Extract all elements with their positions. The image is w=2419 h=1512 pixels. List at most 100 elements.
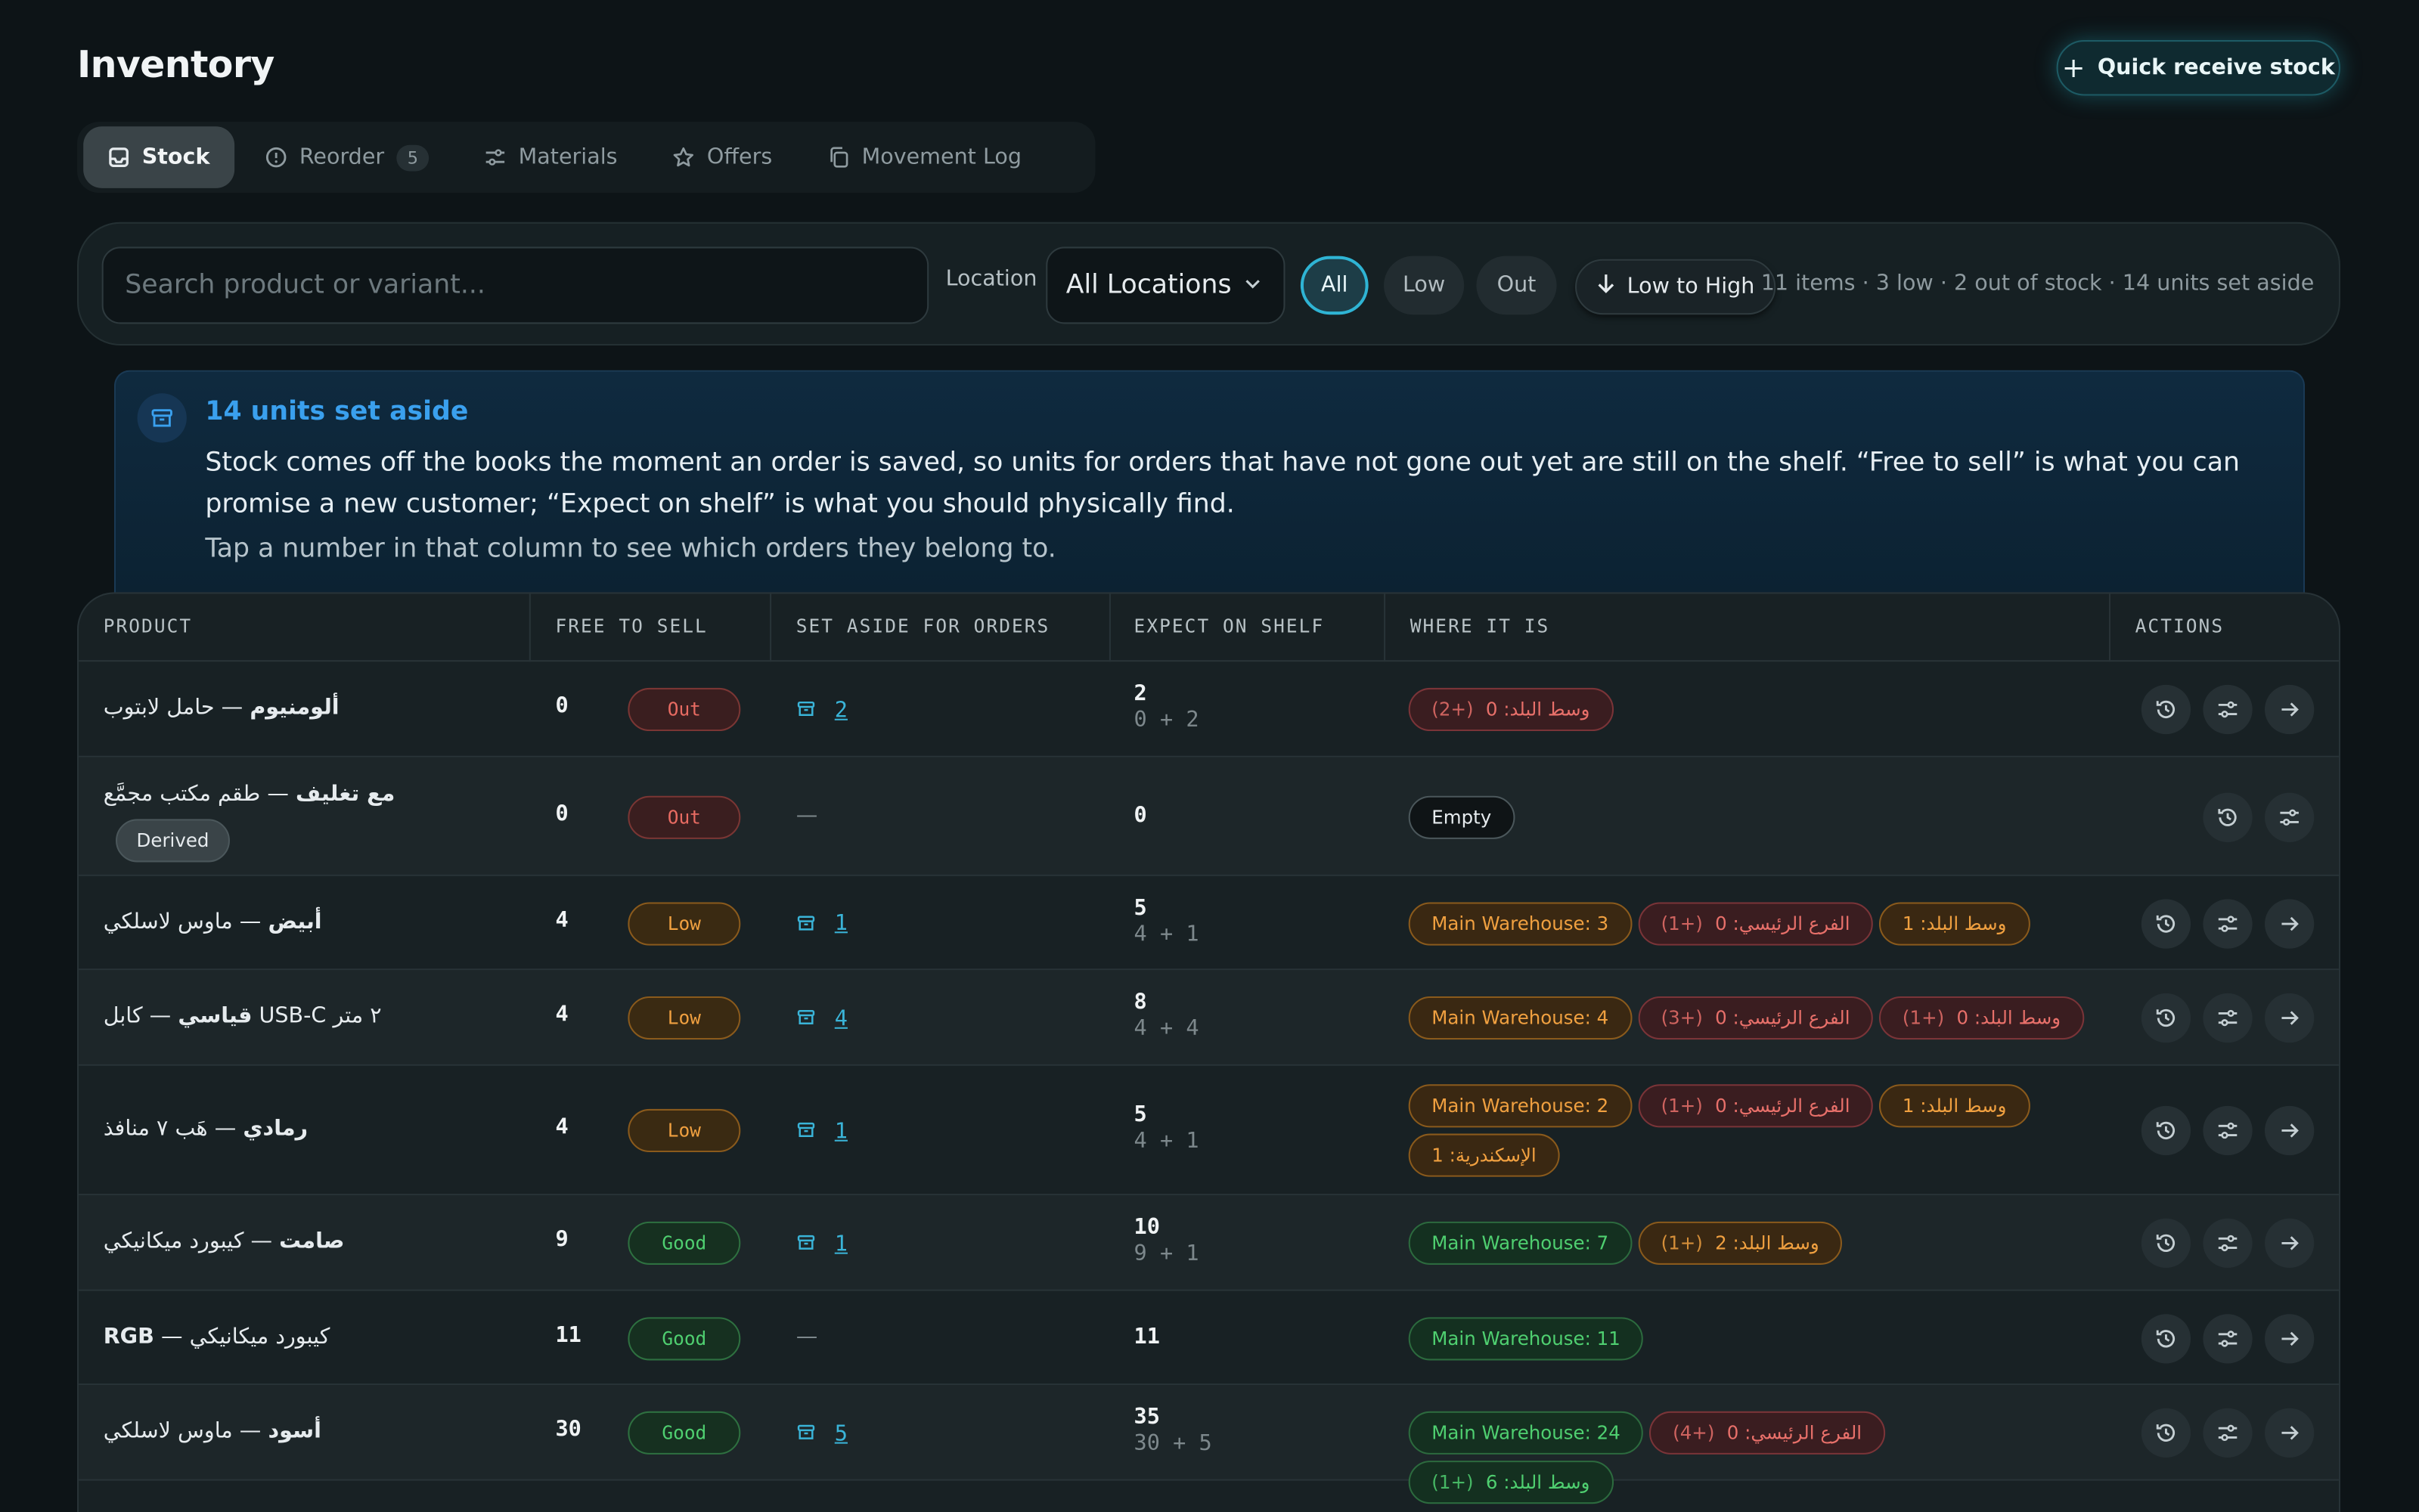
set-aside-count[interactable]: 1 (835, 912, 848, 937)
location-chips: Empty (1408, 795, 2088, 838)
location-chip: وسط البلد: 0 (+1) (1879, 996, 2084, 1040)
reorder-count-badge: 5 (396, 144, 430, 171)
set-aside-count[interactable]: 2 (835, 698, 848, 723)
set-aside-link[interactable]: 1 (796, 909, 848, 939)
open-product-button[interactable] (2265, 993, 2315, 1043)
product-main-name: ماوس لاسلكي (103, 909, 233, 934)
adjust-stock-button[interactable] (2203, 993, 2253, 1043)
shelf-breakdown: 4 + 1 (1134, 1129, 1199, 1154)
history-button[interactable] (2203, 792, 2253, 841)
shelf-total: 11 (1134, 1324, 1160, 1349)
set-aside-link[interactable]: 1 (796, 1117, 848, 1146)
status-badge: Good (628, 1411, 741, 1455)
tab-label: Materials (518, 144, 618, 170)
product-name: RGB — كيبورد ميكانيكي (104, 1325, 330, 1349)
row-actions (2141, 898, 2315, 948)
table-row: قياسي — كابل USB-C ٢ متر 4 Low 4 8 4 + 4 Main … (79, 970, 2339, 1066)
location-chip-label: وسط البلد: 0 (1485, 699, 1590, 720)
history-button[interactable] (2141, 1105, 2191, 1156)
set-aside-link[interactable]: 2 (796, 696, 848, 725)
product-variant: مع تغليف (295, 782, 395, 807)
shelf-breakdown: 9 + 1 (1134, 1241, 1199, 1267)
open-product-button[interactable] (2265, 684, 2315, 735)
open-product-button[interactable] (2265, 898, 2315, 948)
inbox-icon (108, 147, 130, 169)
product-main-name: هَب ٧ منافذ (103, 1117, 208, 1142)
table-header: PRODUCT FREE TO SELL SET ASIDE FOR ORDER… (79, 593, 2339, 662)
star-icon (673, 147, 695, 169)
row-actions (2141, 993, 2315, 1043)
adjust-stock-button[interactable] (2203, 1218, 2253, 1269)
open-product-button[interactable] (2265, 1105, 2315, 1156)
sort-label: Low to High (1627, 274, 1755, 299)
set-aside-banner: 14 units set aside Stock comes off the b… (113, 370, 2306, 596)
tab-materials[interactable]: Materials (460, 126, 642, 188)
tab-movement-log[interactable]: Movement Log (803, 126, 1047, 188)
expect-on-shelf: 10 9 + 1 (1134, 1216, 1199, 1266)
arrow-right-icon (2281, 702, 2299, 717)
location-chips: Main Warehouse: 3 الفرع الرئيسي: 0 (+1) وسط… (1408, 901, 2088, 945)
location-chip-label: الفرع الرئيسي: 0 (1726, 1422, 1862, 1444)
history-button[interactable] (2141, 898, 2191, 948)
inventory-tabs: Stock Reorder 5 Materials Offers Movemen… (77, 122, 1096, 194)
adjust-stock-button[interactable] (2203, 1408, 2253, 1458)
set-aside-count[interactable]: 5 (835, 1421, 848, 1446)
adjust-stock-button[interactable] (2203, 684, 2253, 735)
history-button[interactable] (2141, 1313, 2191, 1363)
adjust-stock-button[interactable] (2265, 792, 2315, 841)
tab-reorder[interactable]: Reorder 5 (240, 126, 454, 188)
filter-out-button[interactable]: Out (1476, 256, 1557, 315)
open-product-button[interactable] (2265, 1408, 2315, 1458)
location-chip-extra: (+1) (1661, 1232, 1703, 1254)
set-aside-link[interactable]: 1 (796, 1229, 848, 1259)
location-chip-extra: (+1) (1661, 912, 1703, 934)
location-chip: Main Warehouse: 24 (1408, 1411, 1644, 1455)
tab-stock[interactable]: Stock (83, 126, 235, 188)
product-main-name: كيبورد ميكانيكي (189, 1324, 330, 1349)
history-button[interactable] (2141, 684, 2191, 735)
location-chip-extra: (+3) (1661, 1007, 1703, 1029)
set-aside-count[interactable]: 1 (835, 1232, 848, 1256)
adjust-stock-button[interactable] (2203, 898, 2253, 948)
filter-bar: Search product or variant... Location Al… (77, 222, 2340, 346)
product-variant: قياسي (178, 1004, 253, 1029)
location-chip-label: وسط البلد: 1 (1902, 1095, 2007, 1117)
tab-offers[interactable]: Offers (648, 126, 797, 188)
derived-badge: Derived (116, 819, 230, 863)
set-aside-count[interactable]: 4 (835, 1006, 848, 1031)
history-button[interactable] (2141, 1218, 2191, 1269)
location-chips: Main Warehouse: 4 الفرع الرئيسي: 0 (+3) وسط… (1408, 996, 2088, 1040)
open-product-button[interactable] (2265, 1218, 2315, 1269)
history-button[interactable] (2141, 993, 2191, 1043)
filter-low-button[interactable]: Low (1384, 256, 1465, 315)
row-actions (2141, 1313, 2315, 1363)
set-aside-count[interactable]: 1 (835, 1119, 848, 1144)
search-input[interactable]: Search product or variant... (101, 246, 929, 324)
set-aside-link[interactable]: 4 (796, 1004, 848, 1033)
location-chip-label: وسط البلد: 6 (1485, 1471, 1590, 1493)
location-chip: وسط البلد: 1 (1879, 901, 2030, 945)
history-button[interactable] (2141, 1408, 2191, 1458)
sort-button[interactable]: Low to High (1575, 259, 1776, 315)
quick-receive-stock-button[interactable]: + Quick receive stock (2056, 40, 2340, 96)
filter-all-button[interactable]: All (1300, 256, 1369, 315)
location-chip-label: الفرع الرئيسي: 0 (1715, 1095, 1850, 1117)
sliders-icon (2218, 1235, 2238, 1252)
sliders-icon (2218, 1122, 2238, 1139)
adjust-stock-button[interactable] (2203, 1313, 2253, 1363)
location-chip-extra: (+1) (1902, 1007, 1945, 1029)
free-to-sell-value: 4 (555, 1002, 569, 1027)
open-product-button[interactable] (2265, 1313, 2315, 1363)
product-separator: — (243, 1229, 280, 1254)
location-chip: وسط البلد: 2 (+1) (1637, 1221, 1843, 1265)
set-aside-link[interactable]: 5 (796, 1419, 848, 1448)
table-row: ألومنيوم — حامل لابتوب 0 Out 2 2 0 + 2 وسط الب… (79, 662, 2339, 758)
status-badge: Out (628, 795, 741, 838)
shelf-total: 35 (1134, 1405, 1160, 1430)
product-separator: — (142, 1004, 178, 1029)
location-select[interactable]: All Locations (1046, 246, 1285, 324)
location-chip-label: الفرع الرئيسي: 0 (1715, 1007, 1850, 1029)
product-separator: — (154, 1324, 190, 1349)
adjust-stock-button[interactable] (2203, 1105, 2253, 1156)
location-chip-label: Main Warehouse: 3 (1431, 912, 1609, 934)
